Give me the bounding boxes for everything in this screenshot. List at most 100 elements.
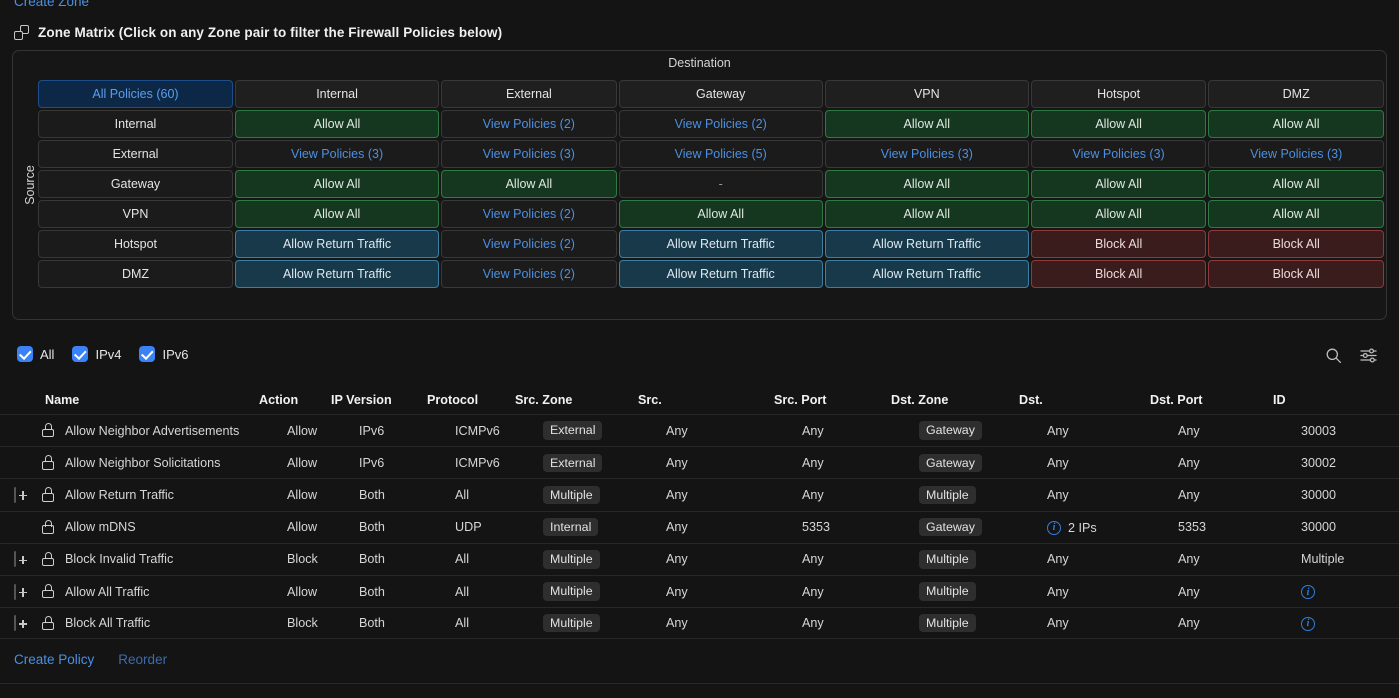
matrix-cell-vpn-internal[interactable]: Allow All [235,200,440,228]
dst-zone-badge: Multiple [919,582,976,601]
dst-info-group: i 2 IPs [1047,520,1097,535]
matrix-cell-internal-external[interactable]: View Policies (2) [441,110,617,138]
column-header-action: Action [259,393,299,407]
filter-checkbox-label: All [40,346,55,362]
policy-dst-port: Any [1178,455,1200,470]
matrix-cell-vpn-vpn[interactable]: Allow All [824,200,1029,228]
matrix-cell-internal-internal[interactable]: Allow All [235,110,440,138]
matrix-cell-dmz-gateway[interactable]: Allow Return Traffic [618,260,823,288]
table-row[interactable]: Allow Neighbor Advertisements Allow IPv6 IC… [0,414,1399,446]
info-icon[interactable]: i [1301,585,1315,600]
policy-src-port: 5353 [802,520,831,535]
dst-zone-badge: Multiple [919,550,976,569]
table-row[interactable]: Allow All Traffic Allow Both All Multiple Any… [0,574,1399,607]
policy-dst-port: Any [1178,584,1200,599]
matrix-cell-gateway-gateway: - [618,170,823,198]
matrix-source-header-internal: Internal [38,110,233,138]
checkbox-checked-icon[interactable] [139,346,156,362]
matrix-cell-hotspot-external[interactable]: View Policies (2) [441,230,617,258]
policy-src-zone: Multiple [543,485,666,505]
matrix-cell-gateway-internal[interactable]: Allow All [235,170,440,198]
matrix-cell-external-gateway[interactable]: View Policies (5) [618,140,823,168]
checkbox-checked-icon[interactable] [72,346,89,362]
expand-row-button[interactable] [14,583,16,600]
ip-version-filter-group: All IPv4 IPv6 [17,346,188,362]
matrix-cell-dmz-hotspot[interactable]: Block All [1030,260,1207,288]
policy-dst: Any [1047,487,1069,502]
table-row[interactable]: Allow mDNS Allow Both UDP Internal Any 5353 Gat… [0,510,1399,543]
policy-src-zone: Multiple [543,550,666,569]
policy-protocol: All [455,584,469,599]
matrix-cell-vpn-gateway[interactable]: Allow All [618,200,823,228]
matrix-cell-external-internal[interactable]: View Policies (3) [235,140,440,168]
matrix-source-header-vpn: VPN [38,200,233,228]
checkbox-checked-icon[interactable] [17,346,33,362]
policy-name-cell: Block Invalid Traffic [42,551,287,567]
column-header-ip-version: IP Version [331,393,392,407]
matrix-cell-hotspot-vpn[interactable]: Allow Return Traffic [824,230,1029,258]
matrix-cell-external-dmz[interactable]: View Policies (3) [1208,140,1384,168]
policy-ip-version: Both [359,584,385,599]
matrix-cell-gateway-external[interactable]: Allow All [441,170,617,198]
policy-action: Allow [287,584,318,599]
layers-icon [14,25,29,40]
matrix-cell-vpn-hotspot[interactable]: Allow All [1030,200,1207,228]
matrix-cell-vpn-external[interactable]: View Policies (2) [441,200,617,228]
matrix-cell-dmz-vpn[interactable]: Allow Return Traffic [824,260,1029,288]
expand-row-button[interactable] [14,486,16,503]
src-zone-badge: Multiple [543,582,600,601]
table-footer-actions: Create Policy Reorder [14,652,167,667]
create-zone-link[interactable]: Create Zone [14,0,89,9]
policy-dst-zone: Multiple [919,614,1047,633]
info-icon[interactable]: i [1047,520,1061,535]
search-icon[interactable] [1325,347,1342,364]
matrix-cell-dmz-internal[interactable]: Allow Return Traffic [235,260,440,288]
matrix-cell-internal-hotspot[interactable]: Allow All [1030,110,1207,138]
src-zone-badge: Internal [543,517,599,537]
table-row[interactable]: Allow Neighbor Solicitations Allow IPv6 ICM… [0,446,1399,478]
matrix-cell-internal-gateway[interactable]: View Policies (2) [618,110,823,138]
src-zone-badge: Multiple [543,614,600,633]
table-row[interactable]: Allow Return Traffic Allow Both All Multiple… [0,478,1399,510]
filter-checkbox-all[interactable]: All [17,346,54,362]
expand-cell [14,486,42,503]
policy-protocol: ICMPv6 [455,423,500,438]
matrix-cell-internal-vpn[interactable]: Allow All [824,110,1029,138]
filter-checkbox-ipv6[interactable]: IPv6 [139,346,188,362]
filter-checkbox-ipv4[interactable]: IPv4 [72,346,121,362]
policy-dst-port: Any [1178,423,1200,438]
matrix-cell-hotspot-internal[interactable]: Allow Return Traffic [235,230,440,258]
matrix-cell-hotspot-hotspot[interactable]: Block All [1030,230,1207,258]
matrix-cell-vpn-dmz[interactable]: Allow All [1208,200,1384,228]
table-header-row: Name Action IP Version Protocol Src. Zon… [0,386,1399,414]
table-row[interactable]: Block All Traffic Block Both All Multiple Any… [0,607,1399,640]
policy-id: 30002 [1301,455,1337,470]
matrix-cell-gateway-dmz[interactable]: Allow All [1208,170,1384,198]
create-policy-link[interactable]: Create Policy [14,652,94,667]
policy-dst-zone: Gateway [919,421,1047,440]
matrix-cell-hotspot-gateway[interactable]: Allow Return Traffic [618,230,823,258]
matrix-header-row: All Policies (60) Internal External Gateway… [38,80,1384,108]
src-zone-badge: Multiple [543,485,600,505]
reorder-link[interactable]: Reorder [118,652,167,667]
matrix-cell-internal-dmz[interactable]: Allow All [1208,110,1384,138]
footer-divider [0,683,1399,684]
matrix-cell-external-external[interactable]: View Policies (3) [441,140,617,168]
matrix-cell-gateway-vpn[interactable]: Allow All [824,170,1029,198]
expand-row-button[interactable] [14,615,16,632]
matrix-cell-dmz-dmz[interactable]: Block All [1208,260,1384,288]
matrix-cell-external-hotspot[interactable]: View Policies (3) [1030,140,1207,168]
matrix-cell-external-vpn[interactable]: View Policies (3) [824,140,1029,168]
firewall-policies-table: Name Action IP Version Protocol Src. Zon… [0,386,1399,640]
source-axis-label-text: Source [23,165,38,205]
filter-sliders-icon[interactable] [1360,347,1377,364]
info-icon[interactable]: i [1301,616,1315,631]
expand-row-button[interactable] [14,551,16,568]
zone-matrix-header: Zone Matrix (Click on any Zone pair to f… [14,25,502,40]
matrix-cell-dmz-external[interactable]: View Policies (2) [441,260,617,288]
table-row[interactable]: Block Invalid Traffic Block Both All Multipl… [0,542,1399,575]
matrix-cell-hotspot-dmz[interactable]: Block All [1208,230,1384,258]
matrix-all-policies-cell[interactable]: All Policies (60) [38,80,233,108]
column-header-name: Name [45,393,80,407]
matrix-cell-gateway-hotspot[interactable]: Allow All [1030,170,1207,198]
